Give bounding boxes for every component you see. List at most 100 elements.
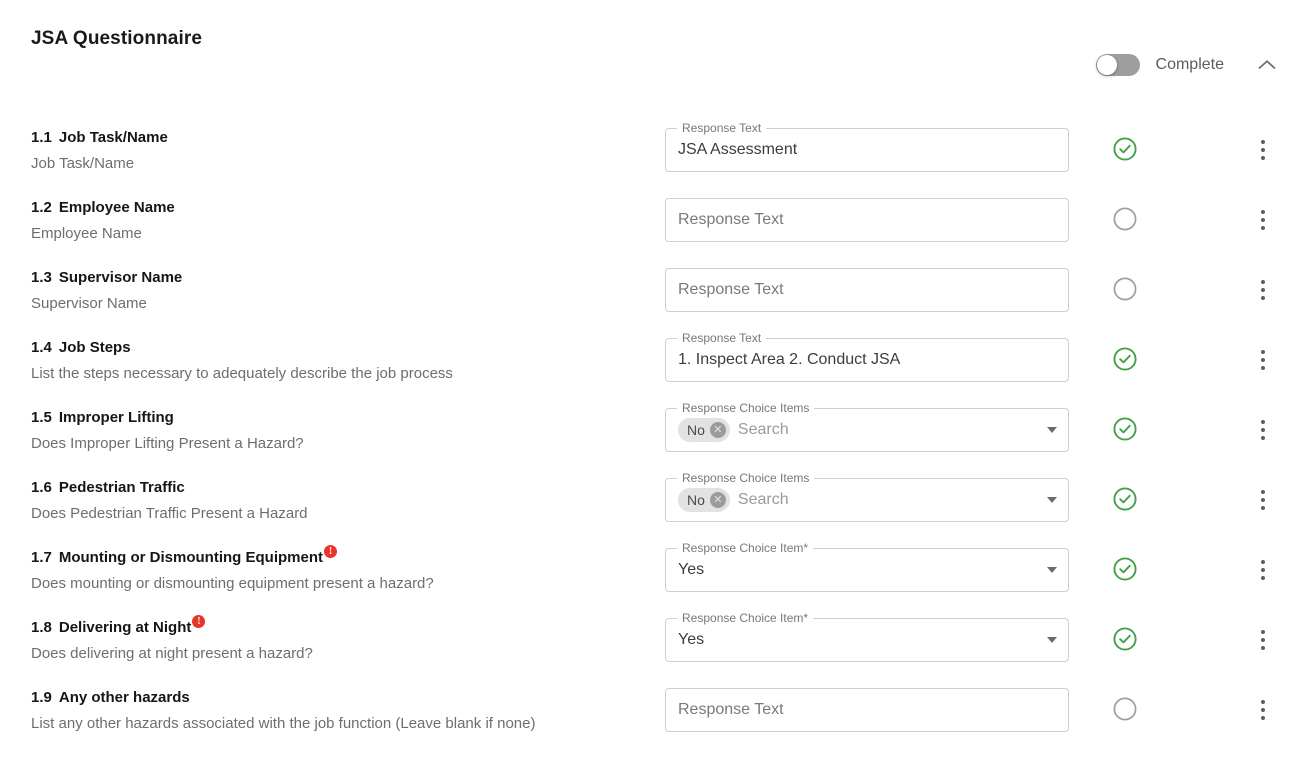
status-complete-icon[interactable]	[1112, 136, 1140, 164]
field-notch-label: Response Choice Items	[677, 471, 815, 485]
question-label: Supervisor Name	[58, 269, 183, 286]
row-menu-icon[interactable]	[1252, 487, 1274, 513]
kebab-dot	[1261, 288, 1265, 292]
question-number: 1.9	[31, 689, 52, 706]
selected-chip[interactable]: No ✕	[678, 488, 730, 512]
question-description: Job Task/Name	[31, 155, 135, 172]
kebab-dot	[1261, 226, 1265, 230]
field-value: Response Text	[678, 211, 784, 228]
kebab-dot	[1261, 716, 1265, 720]
chip-remove-icon[interactable]: ✕	[709, 422, 726, 438]
jsa-questionnaire-page: JSA Questionnaire Complete 1.1 Job Task/N…	[0, 0, 1302, 771]
dropdown-arrow-icon[interactable]	[1047, 637, 1057, 643]
field-value: Response Text	[678, 701, 784, 718]
question-text: 1.9 Any other hazards List any other hazar…	[31, 688, 651, 734]
response-field[interactable]: Response Choice Item* Yes	[665, 611, 1069, 662]
kebab-dot	[1261, 420, 1265, 424]
kebab-dot	[1261, 490, 1265, 494]
row-menu-icon[interactable]	[1252, 207, 1274, 233]
response-field[interactable]: Response Choice Items No ✕ Search	[665, 471, 1069, 522]
question-row: 1.1 Job Task/Name Job Task/Name Response Te…	[0, 121, 1302, 198]
question-label: Any other hazards	[58, 689, 190, 706]
row-menu-icon[interactable]	[1252, 417, 1274, 443]
status-complete-icon[interactable]	[1112, 626, 1140, 654]
question-text: 1.2 Employee Name Employee Name	[31, 198, 651, 244]
question-description: Supervisor Name	[31, 295, 147, 312]
response-field-wrap: Response Choice Items No ✕ Search	[665, 471, 1069, 522]
question-text: 1.3 Supervisor Name Supervisor Name	[31, 268, 651, 314]
page-title: JSA Questionnaire	[31, 28, 202, 49]
row-menu-icon[interactable]	[1252, 697, 1274, 723]
question-label: Delivering at Night	[58, 619, 192, 636]
question-title: 1.1 Job Task/Name	[31, 128, 651, 148]
field-value: Yes	[678, 561, 705, 578]
field-notch-label: Response Text	[677, 331, 767, 345]
response-field[interactable]: Response Choice Items No ✕ Search	[665, 401, 1069, 452]
kebab-dot	[1261, 296, 1265, 300]
field-value: Response Text	[678, 281, 784, 298]
toggle-knob	[1096, 55, 1117, 75]
question-text: 1.8 Delivering at Night! Does delivering a…	[31, 615, 651, 664]
status-incomplete-icon[interactable]	[1112, 696, 1140, 724]
question-title: 1.3 Supervisor Name	[31, 268, 651, 288]
response-field-wrap: Response Text 1. Inspect Area 2. Conduct …	[665, 331, 1069, 382]
kebab-dot	[1261, 350, 1265, 354]
response-field[interactable]: Response Text	[665, 688, 1069, 732]
kebab-dot	[1261, 156, 1265, 160]
kebab-dot	[1261, 148, 1265, 152]
chip-label: No	[687, 422, 705, 438]
dropdown-arrow-icon[interactable]	[1047, 567, 1057, 573]
row-menu-icon[interactable]	[1252, 137, 1274, 163]
selected-chip[interactable]: No ✕	[678, 418, 730, 442]
response-field[interactable]: Response Choice Item* Yes	[665, 541, 1069, 592]
row-menu-icon[interactable]	[1252, 557, 1274, 583]
status-complete-icon[interactable]	[1112, 556, 1140, 584]
question-number: 1.4	[31, 339, 52, 356]
response-field[interactable]: Response Text	[665, 198, 1069, 242]
question-row: 1.7 Mounting or Dismounting Equipment! Doe…	[0, 541, 1302, 618]
question-row: 1.3 Supervisor Name Supervisor Name Respons…	[0, 268, 1302, 338]
response-field-wrap: Response Text JSA Assessment	[665, 121, 1069, 172]
question-row: 1.6 Pedestrian Traffic Does Pedestrian Tra…	[0, 471, 1302, 548]
complete-toggle[interactable]	[1095, 54, 1140, 76]
question-description: Does Improper Lifting Present a Hazard?	[31, 435, 304, 452]
question-title: 1.2 Employee Name	[31, 198, 651, 218]
response-field-wrap: Response Text	[665, 198, 1069, 242]
row-menu-icon[interactable]	[1252, 627, 1274, 653]
response-field-wrap: Response Choice Item* Yes	[665, 611, 1069, 662]
question-label: Pedestrian Traffic	[58, 479, 185, 496]
dropdown-arrow-icon[interactable]	[1047, 497, 1057, 503]
question-title: 1.8 Delivering at Night!	[31, 615, 651, 638]
kebab-dot	[1261, 560, 1265, 564]
question-row: 1.8 Delivering at Night! Does delivering a…	[0, 611, 1302, 688]
question-description: Does delivering at night present a hazar…	[31, 645, 313, 662]
search-placeholder: Search	[737, 491, 789, 508]
response-field[interactable]: Response Text 1. Inspect Area 2. Conduct …	[665, 331, 1069, 382]
search-placeholder: Search	[737, 421, 789, 438]
status-complete-icon[interactable]	[1112, 486, 1140, 514]
row-menu-icon[interactable]	[1252, 277, 1274, 303]
question-text: 1.6 Pedestrian Traffic Does Pedestrian Tra…	[31, 478, 651, 524]
question-text: 1.5 Improper Lifting Does Improper Lifting…	[31, 408, 651, 454]
status-incomplete-icon[interactable]	[1112, 206, 1140, 234]
response-field-wrap: Response Choice Item* Yes	[665, 541, 1069, 592]
response-field-wrap: Response Text	[665, 268, 1069, 312]
question-text: 1.1 Job Task/Name Job Task/Name	[31, 128, 651, 174]
status-incomplete-icon[interactable]	[1112, 276, 1140, 304]
chip-remove-icon[interactable]: ✕	[709, 492, 726, 508]
chevron-up-icon[interactable]	[1254, 52, 1280, 78]
question-label: Job Task/Name	[58, 129, 168, 146]
response-field[interactable]: Response Text JSA Assessment	[665, 121, 1069, 172]
status-complete-icon[interactable]	[1112, 346, 1140, 374]
chip-label: No	[687, 492, 705, 508]
response-field[interactable]: Response Text	[665, 268, 1069, 312]
question-description: Does mounting or dismounting equipment p…	[31, 575, 434, 592]
question-number: 1.5	[31, 409, 52, 426]
status-complete-icon[interactable]	[1112, 416, 1140, 444]
kebab-dot	[1261, 218, 1265, 222]
question-row: 1.2 Employee Name Employee Name Response Te…	[0, 198, 1302, 268]
field-value: JSA Assessment	[678, 141, 798, 158]
dropdown-arrow-icon[interactable]	[1047, 427, 1057, 433]
question-title: 1.5 Improper Lifting	[31, 408, 651, 428]
row-menu-icon[interactable]	[1252, 347, 1274, 373]
